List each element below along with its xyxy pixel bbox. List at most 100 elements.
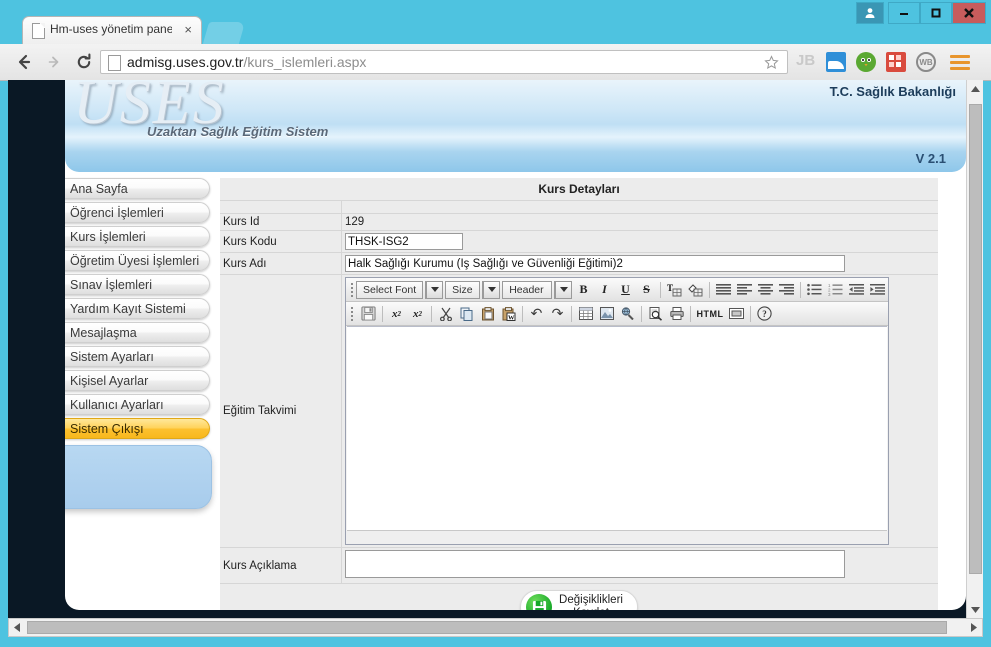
redo-icon[interactable]: ↷ (548, 304, 567, 323)
header-select[interactable]: Header (502, 280, 552, 299)
page-title: Kurs Detayları (220, 178, 938, 201)
kurs-aciklama-label: Kurs Açıklama (220, 547, 342, 584)
green-bird-extension-icon[interactable] (856, 52, 876, 72)
subscript-icon[interactable]: x2 (387, 304, 406, 323)
sidebar-item-ogrenci-islemleri[interactable]: Öğrenci İşlemleri (65, 202, 210, 223)
kurs-adi-row: Kurs Adı (220, 252, 938, 275)
reload-icon[interactable] (72, 50, 96, 74)
wb-extension-icon[interactable]: WB (916, 52, 936, 72)
sidebar-item-sinav-islemleri[interactable]: Sınav İşlemleri (65, 274, 210, 295)
browser-menu-icon[interactable] (950, 52, 970, 72)
text-color-icon[interactable]: T (665, 280, 684, 299)
save-row: Değişiklikleri Kaydet (220, 583, 938, 610)
chevron-down-icon (555, 281, 571, 298)
save-button-label: Değişiklikleri Kaydet (559, 594, 623, 610)
indent-icon[interactable] (868, 280, 887, 299)
page-vertical-scrollbar[interactable] (966, 80, 983, 618)
header-select-arrow[interactable] (554, 280, 572, 299)
sidebar-item-label: Ana Sayfa (70, 181, 128, 196)
sidebar-item-sistem-cikisi[interactable]: Sistem Çıkışı (65, 418, 210, 439)
copy-icon[interactable] (457, 304, 476, 323)
forward-icon[interactable] (42, 50, 66, 74)
sidebar-item-yardim-kayit-sistemi[interactable]: Yardım Kayıt Sistemi (65, 298, 210, 319)
sidebar-item-label: Sistem Çıkışı (70, 421, 144, 436)
scroll-up-icon[interactable] (967, 80, 983, 97)
justify-full-icon[interactable] (714, 280, 733, 299)
numbered-list-icon[interactable]: 123 (826, 280, 845, 299)
bookmark-star-icon[interactable] (764, 55, 779, 75)
kurs-adi-input[interactable] (345, 255, 845, 272)
bold-icon[interactable]: B (574, 280, 593, 299)
page-info-icon[interactable] (108, 55, 121, 71)
font-select-label: Select Font (363, 283, 417, 296)
back-icon[interactable] (12, 50, 36, 74)
scroll-right-icon[interactable] (966, 619, 982, 636)
align-center-icon[interactable] (756, 280, 775, 299)
address-bar[interactable]: admisg.uses.gov.tr/kurs_islemleri.aspx (100, 50, 788, 74)
scroll-down-icon[interactable] (967, 601, 983, 618)
save-disk-icon (526, 594, 553, 610)
toolbar-grip-icon[interactable] (348, 281, 355, 298)
paste-from-word-icon[interactable]: W (499, 304, 518, 323)
insert-link-icon[interactable] (618, 304, 637, 323)
jb-extension-icon[interactable]: JB (796, 52, 816, 72)
cut-icon[interactable] (436, 304, 455, 323)
sidebar-item-label: Yardım Kayıt Sistemi (70, 301, 186, 316)
preview-icon[interactable] (646, 304, 665, 323)
font-select-arrow[interactable] (425, 280, 444, 299)
sidebar-item-kurs-islemleri[interactable]: Kurs İşlemleri (65, 226, 210, 247)
help-icon[interactable]: ? (755, 304, 774, 323)
web-page: USES Uzaktan Sağlık Eğitim Sistem T.C. S… (65, 80, 966, 610)
bullet-list-icon[interactable] (805, 280, 824, 299)
font-select[interactable]: Select Font (356, 280, 424, 299)
save-disk-icon[interactable] (359, 304, 378, 323)
sidebar-item-kisisel-ayarlar[interactable]: Kişisel Ayarlar (65, 370, 210, 391)
red-grid-extension-icon[interactable] (886, 52, 906, 72)
tab-close-icon[interactable]: × (184, 22, 192, 37)
rich-text-editor: Select Font Size Header B I U S T 1 2 3 … (345, 277, 889, 545)
fullscreen-icon[interactable] (727, 304, 746, 323)
scroll-left-icon[interactable] (9, 619, 25, 636)
page-horizontal-scrollbar[interactable] (8, 618, 983, 637)
editor-content-area[interactable] (347, 326, 887, 531)
superscript-icon[interactable]: x2 (408, 304, 427, 323)
sidebar-menu: Ana Sayfa Öğrenci İşlemleri Kurs İşlemle… (65, 178, 220, 442)
browser-tab[interactable]: Hm-uses yönetim paneli × (22, 16, 202, 44)
form-table: Kurs Detayları Kurs Id 129 Kurs Kodu Kur… (220, 178, 938, 610)
sidebar-item-kullanici-ayarlari[interactable]: Kullanıcı Ayarları (65, 394, 210, 415)
egitim-takvimi-label: Eğitim Takvimi (220, 274, 342, 548)
sidebar-item-ogretim-uyesi-islemleri[interactable]: Öğretim Üyesi İşlemleri (65, 250, 210, 271)
blue-extension-icon[interactable] (826, 52, 846, 72)
print-icon[interactable] (667, 304, 686, 323)
tab-title: Hm-uses yönetim paneli (50, 22, 172, 36)
italic-icon[interactable]: I (595, 280, 614, 299)
paste-icon[interactable] (478, 304, 497, 323)
underline-icon[interactable]: U (616, 280, 635, 299)
sidebar-item-sistem-ayarlari[interactable]: Sistem Ayarları (65, 346, 210, 367)
kurs-kodu-row: Kurs Kodu (220, 230, 938, 253)
save-button[interactable]: Değişiklikleri Kaydet (520, 590, 638, 610)
sidebar-item-mesajlasma[interactable]: Mesajlaşma (65, 322, 210, 343)
align-right-icon[interactable] (777, 280, 796, 299)
outdent-icon[interactable] (847, 280, 866, 299)
url-path: /kurs_islemleri.aspx (243, 54, 367, 70)
undo-icon[interactable]: ↶ (527, 304, 546, 323)
new-tab-button[interactable] (202, 22, 246, 44)
size-select-arrow[interactable] (482, 280, 501, 299)
kurs-aciklama-input[interactable] (345, 550, 845, 578)
editor-toolbar-row-2: x2 x2 W ↶ ↷ HTML ? (346, 302, 888, 326)
insert-table-icon[interactable] (576, 304, 595, 323)
kurs-kodu-input[interactable] (345, 233, 463, 250)
insert-image-icon[interactable] (597, 304, 616, 323)
editor-toolbar-row-1: Select Font Size Header B I U S T 1 2 3 (346, 278, 888, 302)
horizontal-scroll-thumb[interactable] (27, 621, 947, 634)
size-select[interactable]: Size (445, 280, 481, 299)
toolbar-grip-icon[interactable] (348, 305, 355, 322)
align-left-icon[interactable] (735, 280, 754, 299)
vertical-scroll-thumb[interactable] (969, 104, 982, 574)
sidebar-item-label: Mesajlaşma (70, 325, 137, 340)
html-source-icon[interactable]: HTML (695, 304, 725, 323)
background-color-icon[interactable] (686, 280, 705, 299)
sidebar-item-ana-sayfa[interactable]: Ana Sayfa (65, 178, 210, 199)
strikethrough-icon[interactable]: S (637, 280, 656, 299)
